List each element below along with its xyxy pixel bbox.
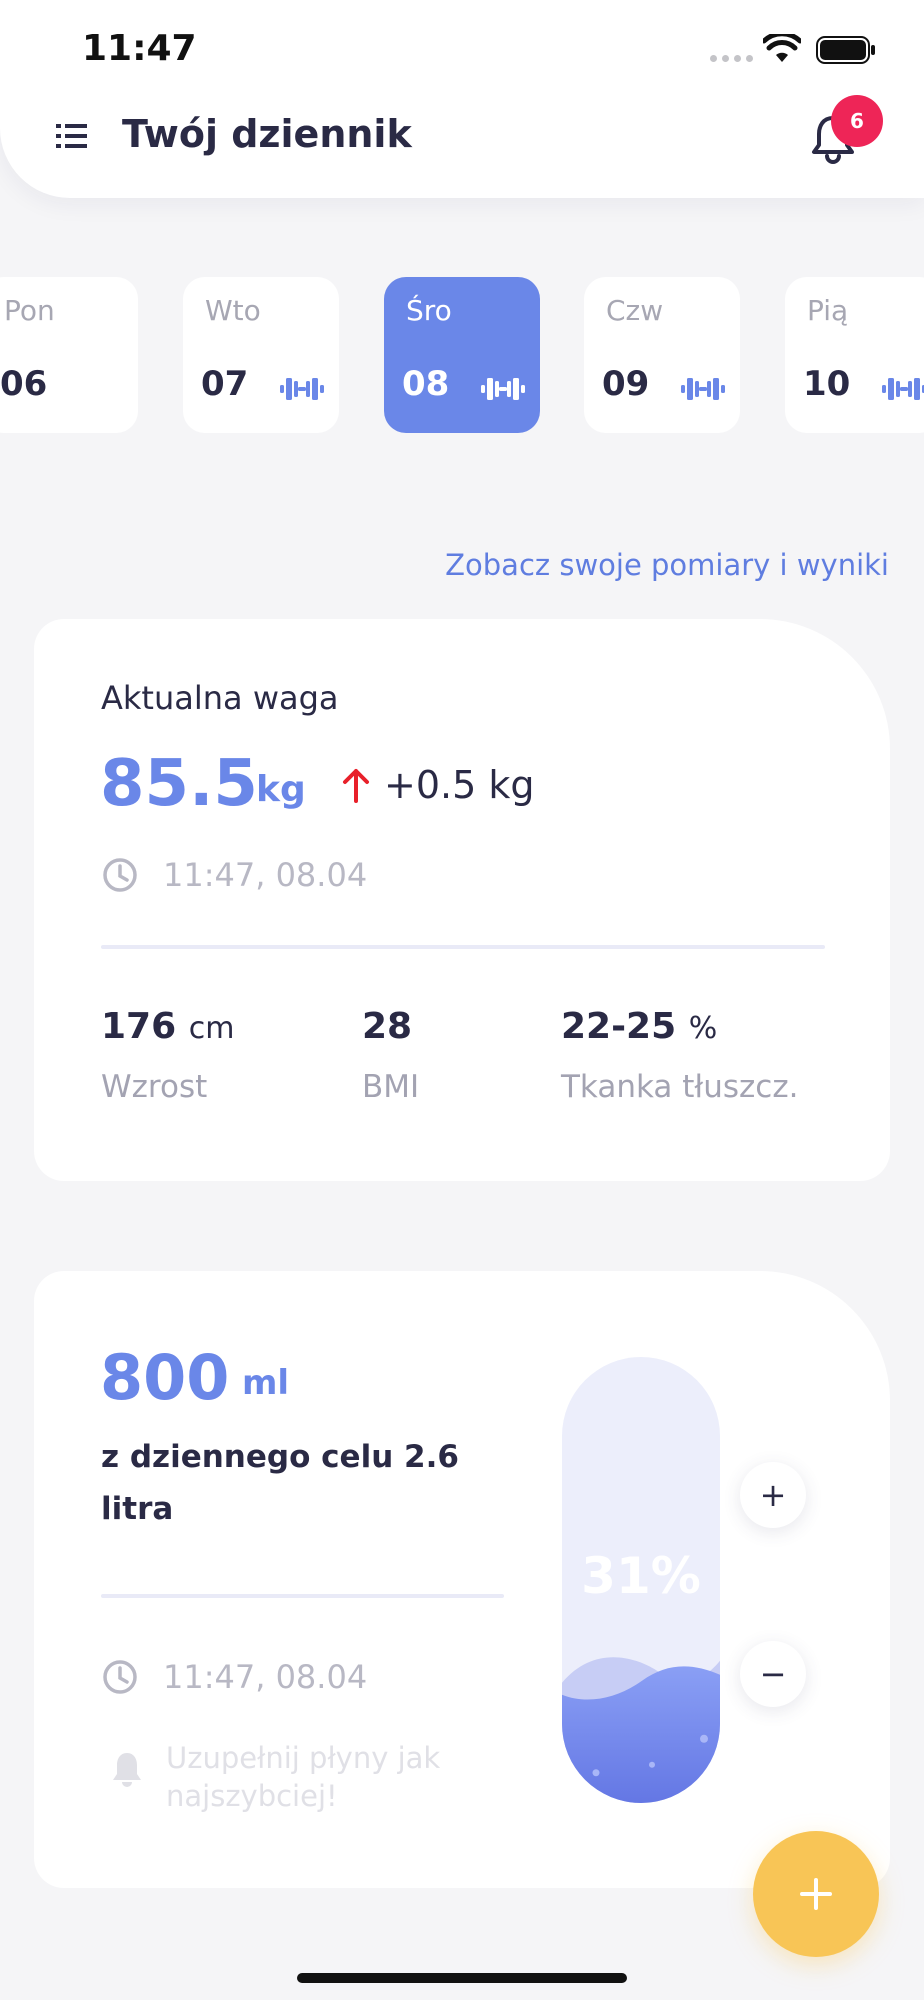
weight-unit: kg bbox=[256, 769, 306, 810]
day-card[interactable]: Czw 09 bbox=[584, 277, 740, 433]
day-name: Śro bbox=[406, 294, 452, 327]
menu-icon[interactable] bbox=[54, 121, 90, 151]
day-card[interactable]: Śro 08 bbox=[384, 277, 540, 433]
battery-icon bbox=[816, 36, 875, 64]
bell-icon bbox=[113, 1753, 141, 1787]
wifi-icon bbox=[763, 34, 801, 62]
dumbbell-icon bbox=[481, 378, 525, 400]
notification-badge[interactable]: 6 bbox=[831, 95, 883, 147]
water-progress-tube: 31% bbox=[562, 1357, 720, 1803]
day-number: 07 bbox=[201, 364, 249, 404]
add-water-button[interactable]: + bbox=[740, 1462, 806, 1528]
day-card[interactable]: Pon 06 bbox=[0, 277, 138, 433]
day-number: 10 bbox=[803, 364, 851, 404]
plus-icon bbox=[800, 1878, 832, 1910]
day-name: Czw bbox=[606, 294, 664, 327]
weight-timestamp: 11:47, 08.04 bbox=[163, 856, 368, 894]
arrow-up-icon bbox=[343, 769, 369, 803]
day-number: 08 bbox=[402, 364, 450, 404]
water-percent: 31% bbox=[581, 1547, 701, 1605]
body-fat-value: 22-25 % bbox=[561, 1006, 718, 1047]
water-unit: ml bbox=[242, 1363, 290, 1403]
weight-value: 85.5 bbox=[100, 747, 258, 821]
bmi-value: 28 bbox=[362, 1006, 413, 1047]
water-bubble bbox=[700, 1734, 708, 1743]
clock-icon bbox=[103, 858, 137, 892]
app-header: 11:47 Twój dziennik 6 bbox=[0, 0, 924, 198]
water-card[interactable]: 800 ml z dziennego celu 2.6 litra 11:47,… bbox=[34, 1271, 890, 1888]
day-name: Pon bbox=[4, 294, 55, 327]
day-number: 09 bbox=[602, 364, 650, 404]
day-name: Wto bbox=[205, 294, 261, 327]
day-card[interactable]: Pią 10 bbox=[785, 277, 924, 433]
add-fab-button[interactable] bbox=[753, 1831, 879, 1957]
weight-label: Aktualna waga bbox=[101, 679, 339, 717]
dumbbell-icon bbox=[280, 378, 324, 400]
remove-water-button[interactable]: − bbox=[740, 1641, 806, 1707]
divider bbox=[101, 945, 825, 949]
water-reminder: Uzupełnij płyny jak najszybciej! bbox=[166, 1741, 441, 1813]
clock-icon bbox=[103, 1660, 137, 1694]
day-name: Pią bbox=[807, 294, 849, 327]
day-card[interactable]: Wto 07 bbox=[183, 277, 339, 433]
water-bubble bbox=[649, 1761, 655, 1768]
dumbbell-icon bbox=[882, 378, 924, 400]
page-title: Twój dziennik bbox=[122, 112, 412, 156]
height-label: Wzrost bbox=[101, 1069, 208, 1105]
bmi-label: BMI bbox=[362, 1069, 420, 1105]
results-link[interactable]: Zobacz swoje pomiary i wyniki bbox=[445, 548, 889, 582]
weight-change: +0.5 kg bbox=[384, 763, 535, 807]
water-bubble bbox=[592, 1769, 600, 1777]
water-goal: z dziennego celu 2.6 litra bbox=[101, 1439, 459, 1527]
divider bbox=[101, 1594, 504, 1598]
height-value: 176 cm bbox=[101, 1006, 235, 1047]
body-fat-label: Tkanka tłuszcz. bbox=[561, 1069, 799, 1105]
day-number: 06 bbox=[0, 364, 48, 404]
dumbbell-icon bbox=[681, 378, 725, 400]
water-value: 800 bbox=[100, 1341, 230, 1414]
signal-icon bbox=[710, 55, 753, 62]
weight-card[interactable]: Aktualna waga 85.5 kg +0.5 kg 11:47, 08.… bbox=[34, 619, 890, 1181]
status-time: 11:47 bbox=[82, 28, 197, 69]
home-indicator bbox=[297, 1973, 627, 1983]
water-timestamp: 11:47, 08.04 bbox=[163, 1658, 368, 1696]
